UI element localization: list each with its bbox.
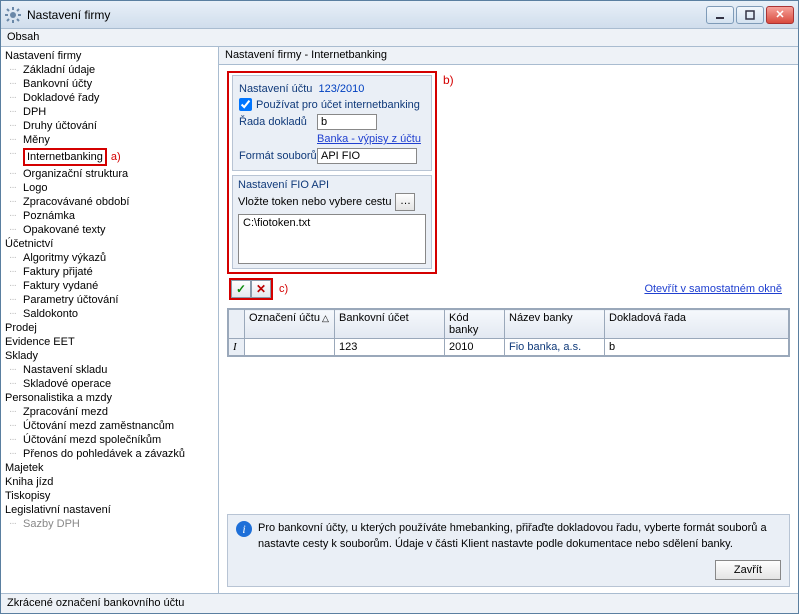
format-label: Formát souborů [239,150,317,162]
tree-item[interactable]: Zpracování mezd [5,405,218,419]
tree-item[interactable]: Opakované texty [5,223,218,237]
tree-root-majetek[interactable]: Majetek [5,461,218,475]
accounts-grid[interactable]: Označení účtu△ Bankovní účet Kód banky N… [227,308,790,357]
status-bar: Zkrácené označení bankovního účtu [1,593,798,613]
tree-item[interactable]: Organizační struktura [5,167,218,181]
tree-item[interactable]: Základní údaje [5,63,218,77]
cell-oznaceni[interactable] [245,339,335,356]
tree-root-tiskopisy[interactable]: Tiskopisy [5,489,218,503]
tree-root-prodej[interactable]: Prodej [5,321,218,335]
tree-root-knihajizd[interactable]: Kniha jízd [5,475,218,489]
account-settings-group: Nastavení účtu 123/2010 Používat pro úče… [232,75,432,171]
tree-item[interactable]: DPH [5,105,218,119]
tree-item[interactable]: Účtování mezd zaměstnancům [5,419,218,433]
account-number: 123/2010 [319,83,365,95]
tree-root-nastaveni-firmy[interactable]: Nastavení firmy [5,49,218,63]
tree-item[interactable]: Zpracovávané období [5,195,218,209]
grid-header[interactable]: Kód banky [445,310,505,339]
table-row[interactable]: I 123 2010 Fio banka, a.s. b [229,339,789,356]
info-icon: i [236,521,252,537]
maximize-button[interactable] [736,6,764,24]
confirm-button[interactable]: ✓ [231,280,251,298]
banka-vypisy-link[interactable]: Banka - výpisy z účtu [317,133,421,145]
tree-item[interactable]: Poznámka [5,209,218,223]
use-ib-label: Používat pro účet internetbanking [256,99,420,111]
fio-path: C:\fiotoken.txt [243,217,310,229]
info-panel: i Pro bankovní účty, u kterých používáte… [227,514,790,587]
tree-item[interactable]: Dokladové řady [5,91,218,105]
annotation-b: b) [443,73,454,87]
format-input[interactable] [317,148,417,164]
tree-root-eet[interactable]: Evidence EET [5,335,218,349]
tree-root-mzdy[interactable]: Personalistika a mzdy [5,391,218,405]
annotation-box-b: Nastavení účtu 123/2010 Používat pro úče… [227,71,437,274]
tree-item[interactable]: Faktury vydané [5,279,218,293]
close-window-button[interactable]: ✕ [766,6,794,24]
info-text: Pro bankovní účty, u kterých používáte h… [258,521,781,552]
use-internetbanking-checkbox[interactable] [239,98,252,111]
tree-item[interactable]: Nastavení skladu [5,363,218,377]
tree-item[interactable]: Parametry účtování [5,293,218,307]
minimize-button[interactable] [706,6,734,24]
fio-title: Nastavení FIO API [238,179,329,191]
tree-item[interactable]: Faktury přijaté [5,265,218,279]
row-edit-icon: I [229,339,245,356]
tree-item[interactable]: Bankovní účty [5,77,218,91]
tree-item[interactable]: Měny [5,133,218,147]
tree-item[interactable]: Skladové operace [5,377,218,391]
fio-api-group: Nastavení FIO API Vložte token nebo vybe… [232,175,432,269]
tree-item[interactable]: Druhy účtování [5,119,218,133]
open-standalone-link[interactable]: Otevřít v samostatném okně [644,283,782,295]
menu-bar: Obsah [1,29,798,47]
status-text: Zkrácené označení bankovního účtu [7,597,184,609]
group-title: Nastavení účtu [239,83,312,95]
grid-header[interactable]: Bankovní účet [335,310,445,339]
close-button[interactable]: Zavřít [715,560,781,580]
annotation-a: a) [111,151,121,163]
tree-item[interactable]: Algoritmy výkazů [5,251,218,265]
grid-header[interactable]: Dokladová řada [605,310,789,339]
fio-path-box[interactable]: C:\fiotoken.txt [238,214,426,264]
window-titlebar: Nastavení firmy ✕ [1,1,798,29]
tree-item[interactable]: Logo [5,181,218,195]
annotation-c: c) [279,283,288,295]
tree-item-internetbanking[interactable]: Internetbankinga) [5,147,218,167]
grid-header[interactable]: Označení účtu△ [245,310,335,339]
menu-obsah[interactable]: Obsah [7,31,39,43]
tree-root-sklady[interactable]: Sklady [5,349,218,363]
breadcrumb: Nastavení firmy - Internetbanking [219,47,798,65]
browse-button[interactable]: … [395,193,415,211]
rada-label: Řada dokladů [239,116,317,128]
tree-item[interactable]: Přenos do pohledávek a závazků [5,447,218,461]
window-title: Nastavení firmy [27,8,706,22]
app-icon [5,7,21,23]
fio-hint: Vložte token nebo vybere cestu [238,196,391,208]
tree-item[interactable]: Účtování mezd společníkům [5,433,218,447]
grid-corner [229,310,245,339]
grid-header[interactable]: Název banky [505,310,605,339]
tree-item-cut[interactable]: Sazby DPH [5,517,218,531]
sort-asc-icon: △ [322,313,329,324]
cell-ucet[interactable]: 123 [335,339,445,356]
sidebar-tree[interactable]: Nastavení firmy Základní údaje Bankovní … [1,47,219,593]
rada-input[interactable] [317,114,377,130]
cell-nazev[interactable]: Fio banka, a.s. [505,339,605,356]
cell-kod[interactable]: 2010 [445,339,505,356]
tree-root-ucetnictvi[interactable]: Účetnictví [5,237,218,251]
cancel-button[interactable]: ✕ [251,280,271,298]
tree-item[interactable]: Saldokonto [5,307,218,321]
tree-root-legislativa[interactable]: Legislativní nastavení [5,503,218,517]
cell-rada[interactable]: b [605,339,789,356]
